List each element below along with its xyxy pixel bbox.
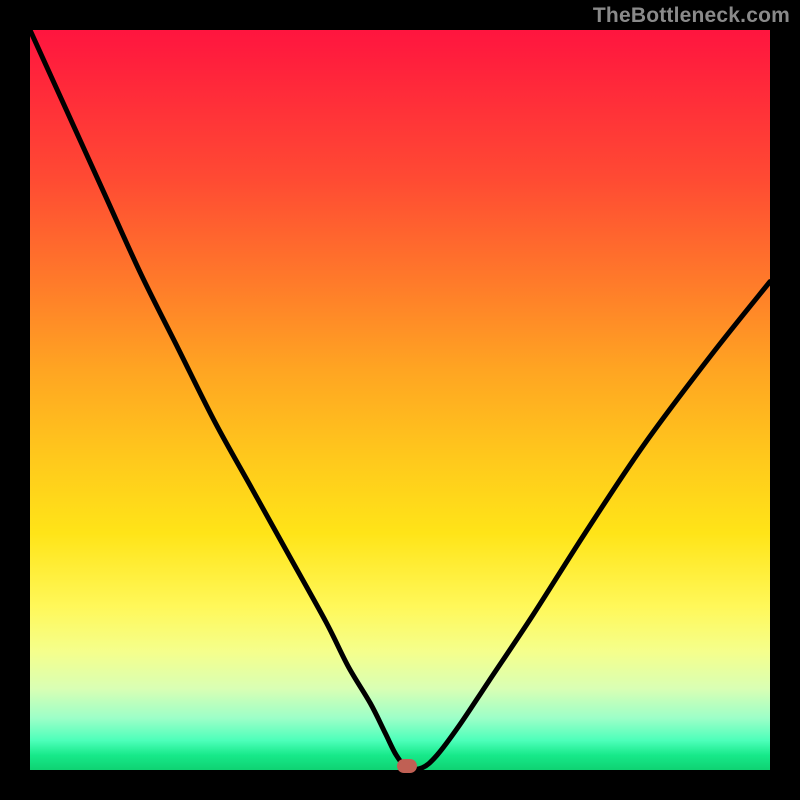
optimum-marker xyxy=(397,759,417,773)
plot-area xyxy=(30,30,770,770)
chart-frame: TheBottleneck.com xyxy=(0,0,800,800)
watermark-text: TheBottleneck.com xyxy=(593,4,790,28)
bottleneck-curve xyxy=(30,30,770,770)
